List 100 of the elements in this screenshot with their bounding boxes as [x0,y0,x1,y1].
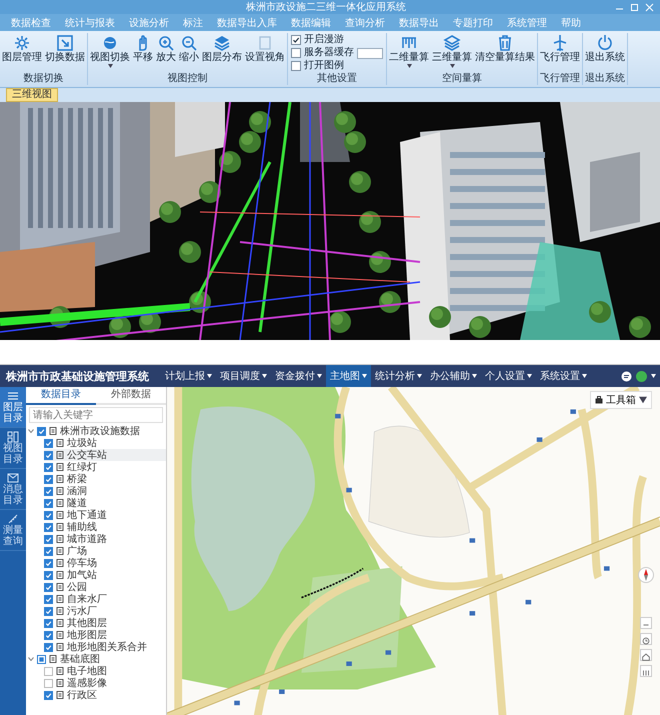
tree-item[interactable]: 公交车站 [44,449,166,461]
ribbon-button[interactable]: 退出系统 [584,33,626,65]
tree-item[interactable]: 涵洞 [44,485,166,497]
history-icon [641,636,651,646]
layer-icon [56,439,64,447]
checkbox-label: 服务器缓存 [304,47,354,59]
checkbox[interactable] [44,486,53,496]
checkbox[interactable] [44,582,53,592]
checkbox[interactable] [44,534,53,544]
ribbon-button[interactable]: 放大 [155,33,177,65]
ribbon-button[interactable]: 二维量算 [388,33,430,69]
ribbon-button[interactable]: 图层分布 [201,33,243,65]
caret-icon [582,374,587,378]
tree-item[interactable]: 地下通道 [44,509,166,521]
nav-item[interactable]: 办公辅助 [426,365,481,387]
tree-item[interactable]: 公园 [44,581,166,593]
checkbox[interactable] [44,474,53,484]
tree-item[interactable]: 污水厂 [44,605,166,617]
ribbon-button[interactable]: 三维量算 [431,33,473,69]
nav-item[interactable]: 系统设置 [536,365,591,387]
switch-icon [56,34,74,52]
checkbox[interactable] [44,546,53,556]
checkbox[interactable] [291,48,301,58]
checkbox-label: 打开图例 [304,60,344,72]
ribbon-button[interactable]: 平移 [132,33,154,65]
checkbox[interactable] [44,690,53,700]
toolbox-button[interactable]: 工具箱 [590,391,652,409]
ribbon-button[interactable]: 切换数据 [44,33,86,65]
ribbon-button[interactable]: 缩小 [178,33,200,65]
checkbox[interactable] [44,570,53,580]
group-label: 视图控制 [166,73,208,85]
rail-item[interactable]: 消息目录 [0,469,26,510]
minus-button[interactable] [640,617,652,629]
nav-item[interactable]: 项目调度 [216,365,271,387]
tree-item[interactable]: 其他图层 [44,617,166,629]
panel-tab[interactable]: 数据目录 [26,387,96,405]
nav-item[interactable]: 个人设置 [481,365,536,387]
checkbox[interactable] [291,61,301,71]
layer-icon [56,607,64,615]
tree-item[interactable]: 自来水厂 [44,593,166,605]
caret-icon [406,64,412,68]
dropdown-field[interactable] [357,48,383,58]
tree-item[interactable]: 红绿灯 [44,461,166,473]
history-button[interactable] [640,633,652,645]
tree-item[interactable]: 停车场 [44,557,166,569]
avatar[interactable] [636,370,647,382]
ribbon-button[interactable]: 设置视角 [244,33,286,65]
search-field[interactable]: 请输入关键字 [29,407,163,423]
tree-item[interactable]: 遥感影像 [44,677,166,689]
ribbon-button[interactable]: 清空量算结果 [474,33,536,65]
maximize-icon [630,2,639,12]
checkbox[interactable] [44,630,53,640]
tree-item[interactable]: 地形地图关系合并 [44,641,166,653]
checkbox[interactable] [44,666,53,676]
ribbon-button[interactable]: 飞行管理 [539,33,581,65]
checkbox[interactable] [44,522,53,532]
layer-icon [56,463,64,471]
checkbox[interactable] [44,450,53,460]
checkbox[interactable] [44,618,53,628]
tree-item[interactable]: 株洲市政设施数据 [28,425,166,437]
tree-item[interactable]: 广场 [44,545,166,557]
nav-item[interactable]: 计划上报 [161,365,216,387]
ribbon-button[interactable]: 图层管理 [1,33,43,65]
caret-icon [207,374,212,378]
checkbox[interactable] [44,510,53,520]
checkbox[interactable] [37,426,46,436]
rail-item[interactable]: 测量查询 [0,510,26,551]
checkbox[interactable] [44,498,53,508]
group-label: 其他设置 [316,73,358,85]
nav-item[interactable]: 统计分析 [371,365,426,387]
tree-item[interactable]: 辅助线 [44,521,166,533]
checkbox[interactable] [44,642,53,652]
ribbon-button[interactable]: 视图切换 [89,33,131,69]
checkbox[interactable] [44,606,53,616]
tree-item[interactable]: 基础底图 [28,653,166,665]
tree-item[interactable]: 电子地图 [44,665,166,677]
checkbox[interactable] [44,462,53,472]
ruler-icon [7,513,19,525]
tree-item[interactable]: 地形图层 [44,629,166,641]
checkbox[interactable] [291,35,301,45]
tree-item[interactable]: 加气站 [44,569,166,581]
tree-item[interactable]: 行政区 [44,689,166,701]
checkbox[interactable] [44,594,53,604]
compass-icon [638,567,654,583]
tree-item[interactable]: 桥梁 [44,473,166,485]
checkbox[interactable] [44,678,53,688]
map-switch-button[interactable] [640,665,652,677]
checkbox[interactable] [44,438,53,448]
tree-item[interactable]: 垃圾站 [44,437,166,449]
nav-item[interactable]: 主地图 [326,365,371,387]
home-button[interactable] [640,649,652,661]
rail-item[interactable]: 视图目录 [0,428,26,469]
rail-item[interactable]: 图层目录 [0,387,26,428]
checkbox[interactable] [44,558,53,568]
group-label: 飞行管理 [539,73,581,85]
tree-item[interactable]: 隧道 [44,497,166,509]
nav-item[interactable]: 资金拨付 [271,365,326,387]
home-icon [641,652,651,662]
document-tab[interactable]: 三维视图 [6,88,58,102]
tree-item[interactable]: 城市道路 [44,533,166,545]
